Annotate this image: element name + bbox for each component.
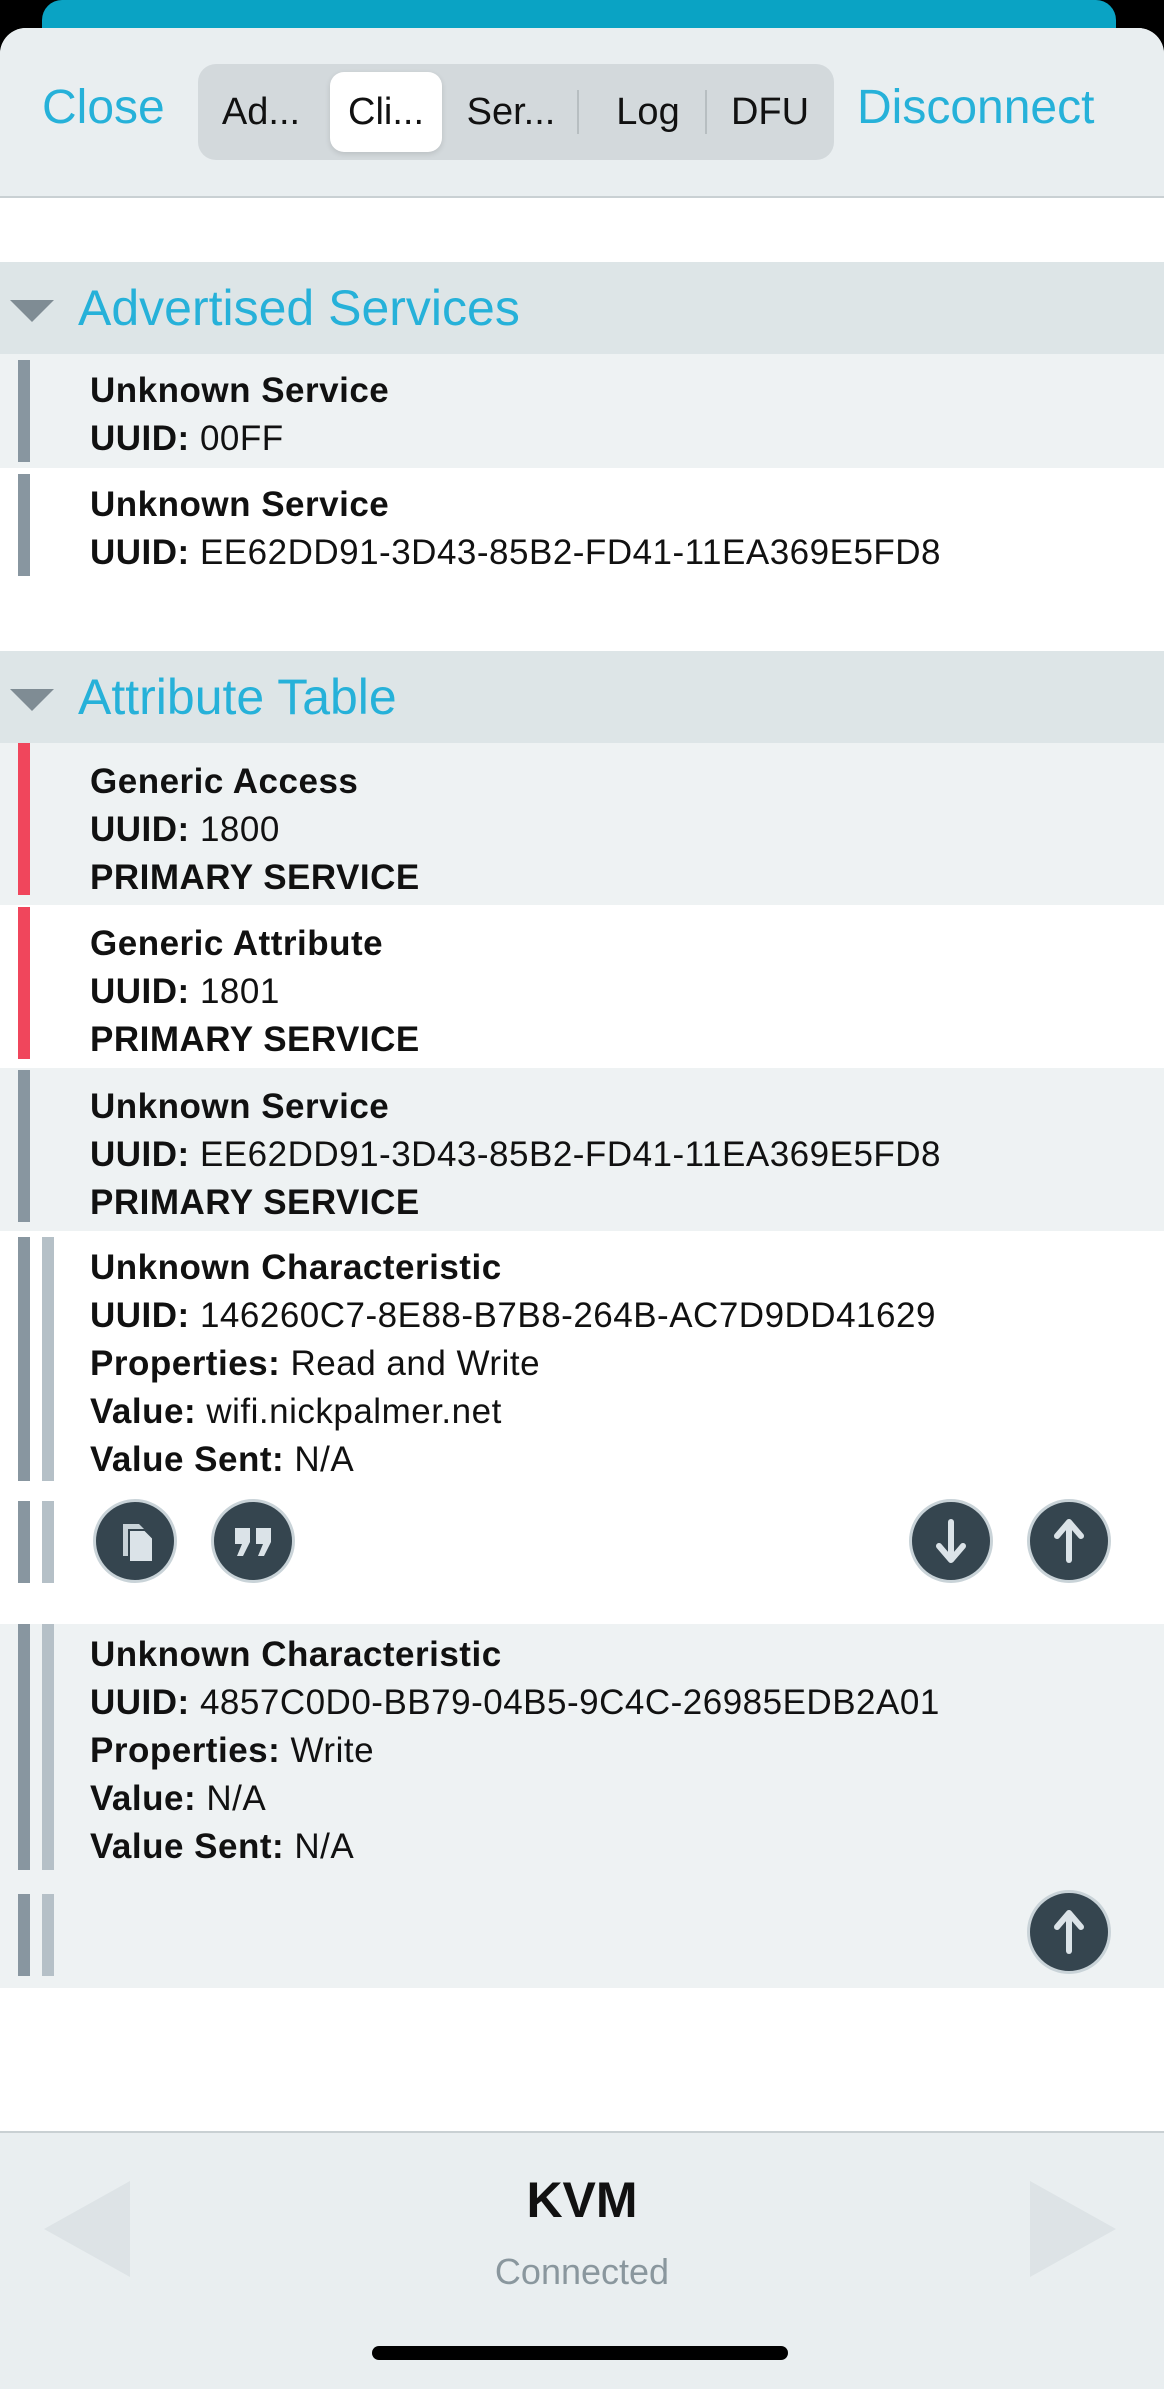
service-bar [18,1237,30,1481]
service-kind: PRIMARY SERVICE [90,1183,420,1222]
quote-button[interactable] [211,1499,295,1583]
write-button[interactable] [1027,1499,1111,1583]
sheet-top-strip [42,0,1116,28]
service-name: Generic Attribute [90,924,384,963]
service-name: Generic Access [90,762,359,801]
service-bar [18,1501,30,1583]
service-uuid: UUID: 1800 [90,810,280,849]
forward-arrow-icon[interactable] [1030,2181,1116,2277]
service-name: Unknown Service [90,371,390,410]
service-name: Unknown Service [90,1087,390,1126]
characteristic-row[interactable]: Unknown Characteristic UUID: 4857C0D0-BB… [0,1624,1164,1988]
characteristic-value-sent: Value Sent: N/A [90,1827,355,1866]
characteristic-bar [42,1237,54,1481]
service-bar [18,1624,30,1870]
service-row-unknown-service[interactable]: Unknown Service UUID: EE62DD91-3D43-85B2… [0,1068,1164,1231]
segment-divider [705,90,707,134]
download-arrow-icon [936,1519,966,1563]
upload-arrow-icon [1054,1910,1084,1954]
segment-divider [577,90,579,134]
characteristic-name: Unknown Characteristic [90,1635,502,1674]
device-name: KVM [526,2172,638,2228]
tab-server[interactable]: Ser... [456,72,566,152]
service-uuid: UUID: 1801 [90,972,280,1011]
tab-advertisement[interactable]: Ad... [206,72,316,152]
characteristic-properties: Properties: Read and Write [90,1344,541,1383]
tab-client[interactable]: Cli... [330,72,442,152]
write-button[interactable] [1027,1890,1111,1974]
section-title: Advertised Services [78,280,520,336]
collapse-triangle-icon[interactable] [10,300,54,322]
characteristic-uuid: UUID: 146260C7-8E88-B7B8-264B-AC7D9DD416… [90,1296,936,1335]
advertised-service-item[interactable]: Unknown Service UUID: EE62DD91-3D43-85B2… [0,468,1164,584]
home-indicator[interactable] [372,2346,788,2360]
characteristic-value: Value: N/A [90,1779,267,1818]
service-kind: PRIMARY SERVICE [90,858,420,897]
disconnect-button[interactable]: Disconnect [857,80,1094,136]
service-bar [18,1070,30,1222]
close-button[interactable]: Close [42,80,165,136]
device-sheet: Close Ad... Cli... Ser... Log DFU Discon… [0,28,1164,2389]
service-row-generic-attribute[interactable]: Generic Attribute UUID: 1801 PRIMARY SER… [0,905,1164,1068]
service-name: Unknown Service [90,485,390,524]
service-bar [18,743,30,895]
service-bar [18,360,30,462]
advertised-services-header[interactable]: Advertised Services [0,262,1164,354]
service-bar [18,1894,30,1976]
copy-icon [123,1524,154,1563]
attribute-table-header[interactable]: Attribute Table [0,651,1164,743]
characteristic-properties: Properties: Write [90,1731,375,1770]
read-button[interactable] [909,1499,993,1583]
advertised-service-item[interactable]: Unknown Service UUID: 00FF [0,354,1164,468]
tab-segmented-control: Ad... Cli... Ser... Log DFU [198,64,834,160]
tab-dfu[interactable]: DFU [712,72,828,152]
characteristic-bar [42,1894,54,1976]
connection-status: Connected [494,2251,670,2292]
service-uuid: UUID: EE62DD91-3D43-85B2-FD41-11EA369E5F… [90,1135,942,1174]
service-row-generic-access[interactable]: Generic Access UUID: 1800 PRIMARY SERVIC… [0,743,1164,905]
characteristic-name: Unknown Characteristic [90,1248,502,1287]
top-toolbar: Close Ad... Cli... Ser... Log DFU Discon… [0,28,1164,198]
service-kind: PRIMARY SERVICE [90,1020,420,1059]
characteristic-row[interactable]: Unknown Characteristic UUID: 146260C7-8E… [0,1231,1164,1624]
upload-arrow-icon [1054,1519,1084,1563]
characteristic-value: Value: wifi.nickpalmer.net [90,1392,502,1431]
service-uuid: UUID: 00FF [90,419,284,458]
section-title: Attribute Table [78,669,397,725]
characteristic-bar [42,1501,54,1583]
copy-button[interactable] [93,1499,177,1583]
characteristic-uuid: UUID: 4857C0D0-BB79-04B5-9C4C-26985EDB2A… [90,1683,940,1722]
characteristic-value-sent: Value Sent: N/A [90,1440,355,1479]
tab-log[interactable]: Log [588,72,708,152]
quote-icon [235,1528,271,1556]
service-bar [18,907,30,1059]
service-uuid: UUID: EE62DD91-3D43-85B2-FD41-11EA369E5F… [90,533,942,572]
collapse-triangle-icon[interactable] [10,689,54,711]
characteristic-bar [42,1624,54,1870]
service-bar [18,474,30,576]
